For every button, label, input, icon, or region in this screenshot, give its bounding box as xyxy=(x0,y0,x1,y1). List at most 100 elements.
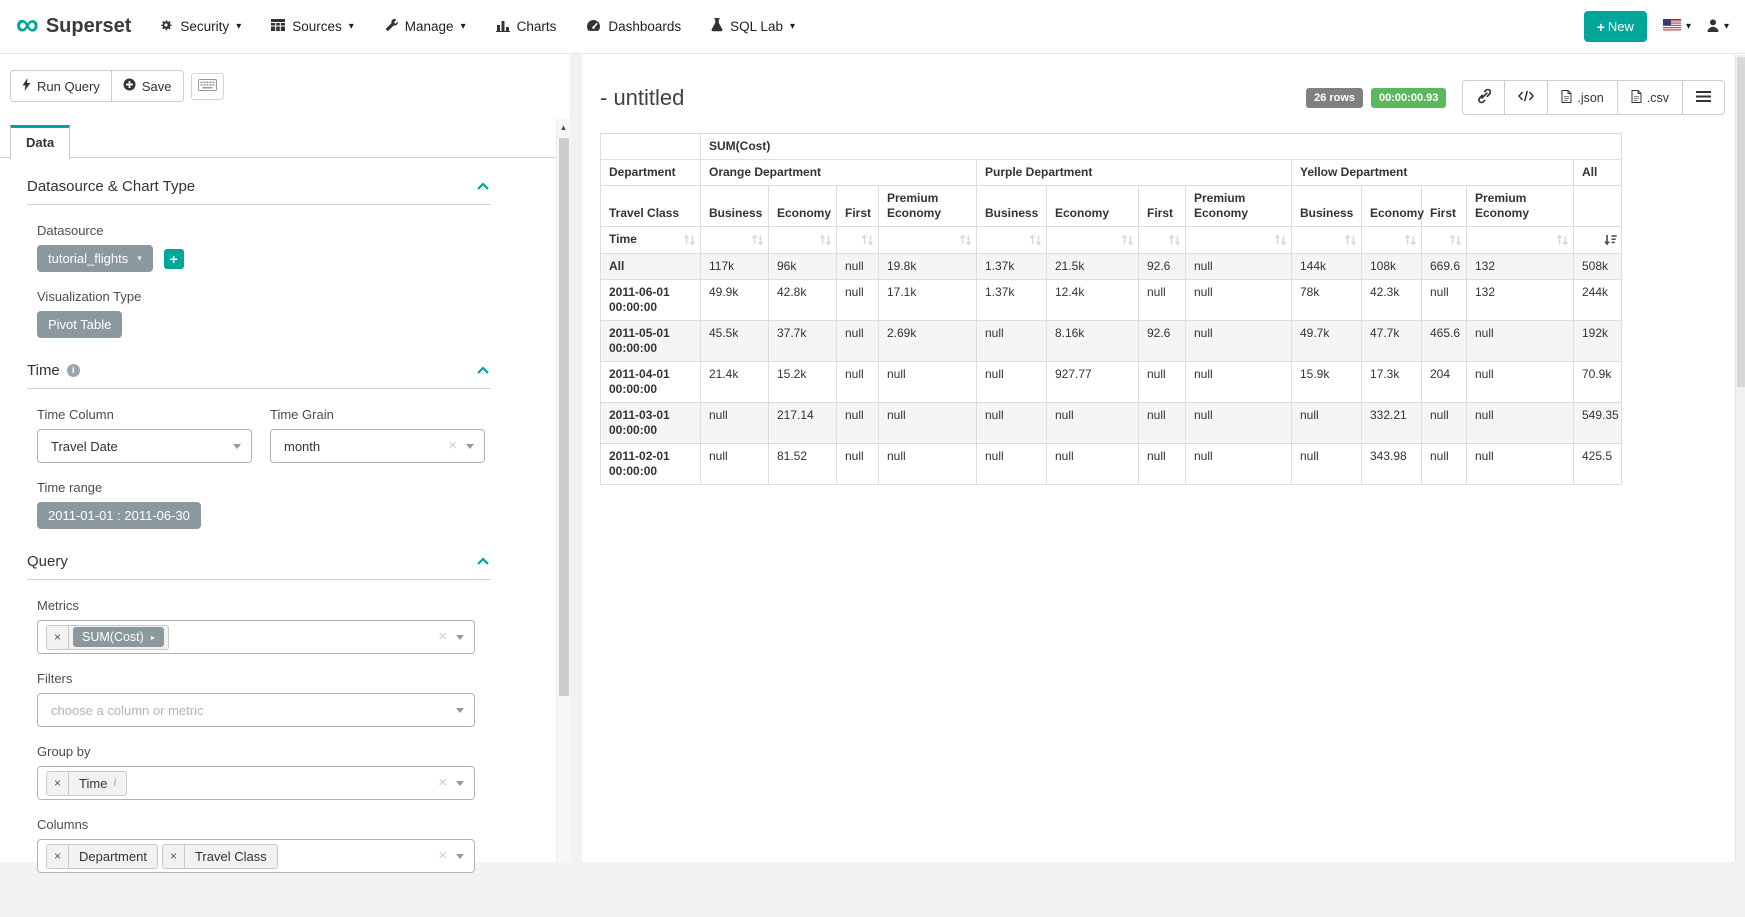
nav-item-dashboards[interactable]: Dashboards xyxy=(586,19,681,35)
pivot-sort-header[interactable] xyxy=(1574,227,1622,254)
pivot-sort-header[interactable] xyxy=(1422,227,1467,254)
pivot-cell: 21.5k xyxy=(1047,254,1139,280)
explore-control-panel: Run Query Save Data Datasource & Chart T… xyxy=(0,54,570,862)
scrollbar-thumb[interactable] xyxy=(1737,57,1745,387)
language-selector[interactable]: ▾ xyxy=(1663,19,1691,34)
chevron-up-icon[interactable] xyxy=(476,366,490,375)
tab-data[interactable]: Data xyxy=(10,125,70,160)
pivot-cell: null xyxy=(1292,444,1362,485)
nav-item-sources[interactable]: Sources ▾ xyxy=(271,19,354,34)
save-label: Save xyxy=(142,79,172,94)
scrollbar-thumb[interactable] xyxy=(559,138,569,696)
sort-icon[interactable] xyxy=(1274,234,1287,246)
scrollbar-up-arrow[interactable]: ▲ xyxy=(557,119,570,135)
export-csv-label: .csv xyxy=(1647,91,1669,105)
metric-name: SUM(Cost) xyxy=(82,630,144,644)
sort-icon[interactable] xyxy=(1404,234,1417,246)
pivot-cell: 17.1k xyxy=(879,280,977,321)
columns-select[interactable]: × Department × Travel Class × xyxy=(37,839,475,873)
sort-icon[interactable] xyxy=(1029,234,1042,246)
metric-pill[interactable]: SUM(Cost) ▸ xyxy=(73,627,164,647)
pivot-time-sort-header[interactable]: Time xyxy=(601,227,701,254)
export-csv-button[interactable]: .csv xyxy=(1618,80,1683,115)
sort-icon[interactable] xyxy=(959,234,972,246)
copy-link-button[interactable] xyxy=(1462,80,1505,115)
add-datasource-button[interactable]: + xyxy=(164,249,184,269)
sort-icon[interactable] xyxy=(751,234,764,246)
clear-icon[interactable]: × xyxy=(438,777,447,789)
time-grain-select[interactable]: month × xyxy=(270,429,485,463)
new-button[interactable]: + New xyxy=(1584,11,1647,42)
remove-chip-icon[interactable]: × xyxy=(47,772,69,795)
datasource-select[interactable]: tutorial_flights ▾ xyxy=(37,245,153,272)
groupby-select[interactable]: × Time i × xyxy=(37,766,475,800)
remove-chip-icon[interactable]: × xyxy=(47,845,69,868)
remove-chip-icon[interactable]: × xyxy=(47,626,69,649)
pivot-sort-header[interactable] xyxy=(977,227,1047,254)
nav-item-security[interactable]: Security ▾ xyxy=(159,18,241,35)
pivot-cell: 42.3k xyxy=(1362,280,1422,321)
keyboard-shortcuts-button[interactable] xyxy=(191,73,224,100)
window-scrollbar[interactable] xyxy=(1735,55,1745,862)
pivot-table: SUM(Cost)DepartmentOrange DepartmentPurp… xyxy=(600,133,1622,485)
time-range-value: 2011-01-01 : 2011-06-30 xyxy=(48,508,190,523)
remove-chip-icon[interactable]: × xyxy=(163,845,185,868)
sort-icon[interactable] xyxy=(1344,234,1357,246)
nav-item-manage[interactable]: Manage ▾ xyxy=(384,18,466,35)
clear-icon[interactable]: × xyxy=(438,850,447,862)
chart-title[interactable]: - untitled xyxy=(600,85,684,111)
chevron-up-icon[interactable] xyxy=(476,182,490,191)
pivot-cell: 42.8k xyxy=(769,280,837,321)
sort-icon[interactable] xyxy=(819,234,832,246)
superset-logo[interactable]: ∞ Superset xyxy=(16,15,131,39)
pivot-sort-header[interactable] xyxy=(1292,227,1362,254)
chevron-up-icon[interactable] xyxy=(476,557,490,566)
pivot-sort-header[interactable] xyxy=(769,227,837,254)
nav-label: Security xyxy=(180,19,229,34)
pivot-sort-header[interactable] xyxy=(879,227,977,254)
run-query-button[interactable]: Run Query xyxy=(10,70,112,102)
pivot-sort-header[interactable] xyxy=(1186,227,1292,254)
sort-icon[interactable] xyxy=(861,234,874,246)
metrics-select[interactable]: × SUM(Cost) ▸ × xyxy=(37,620,475,654)
viz-type-select[interactable]: Pivot Table xyxy=(37,311,122,338)
clear-icon[interactable]: × xyxy=(438,631,447,643)
pivot-cell: 508k xyxy=(1574,254,1622,280)
export-json-button[interactable]: .json xyxy=(1548,80,1617,115)
pivot-sort-header[interactable] xyxy=(1047,227,1139,254)
pivot-cell: 549.35 xyxy=(1574,403,1622,444)
nav-item-charts[interactable]: Charts xyxy=(496,19,557,35)
clear-icon[interactable]: × xyxy=(448,440,457,452)
pivot-row: 2011-02-0100:00:00null81.52nullnullnulln… xyxy=(601,444,1622,485)
code-icon xyxy=(1518,90,1534,105)
pivot-sort-header[interactable] xyxy=(701,227,769,254)
view-query-button[interactable] xyxy=(1505,80,1548,115)
time-column-select[interactable]: Travel Date xyxy=(37,429,252,463)
pivot-cell: 96k xyxy=(769,254,837,280)
pivot-sort-header[interactable] xyxy=(1139,227,1186,254)
sort-icon[interactable] xyxy=(1121,234,1134,246)
nav-label: Charts xyxy=(517,19,557,34)
pivot-cell: null xyxy=(837,280,879,321)
pivot-sort-header[interactable] xyxy=(1467,227,1574,254)
pivot-sort-header[interactable] xyxy=(837,227,879,254)
pivot-cell: 8.16k xyxy=(1047,321,1139,362)
sort-icon[interactable] xyxy=(1556,234,1569,246)
sort-desc-icon[interactable] xyxy=(1603,234,1617,246)
pivot-cell: null xyxy=(1186,362,1292,403)
pivot-cell: 1.37k xyxy=(977,254,1047,280)
sort-icon[interactable] xyxy=(1449,234,1462,246)
left-panel-scrollbar[interactable]: ▲ xyxy=(556,119,570,862)
superset-infinity-icon: ∞ xyxy=(16,10,39,39)
pivot-row-label: 2011-03-0100:00:00 xyxy=(601,403,701,444)
sort-icon[interactable] xyxy=(683,234,696,246)
filters-select[interactable]: choose a column or metric xyxy=(37,693,475,727)
user-menu[interactable]: ▾ xyxy=(1707,19,1729,35)
export-buttons: .json .csv xyxy=(1462,80,1725,115)
save-button[interactable]: Save xyxy=(112,70,184,102)
time-range-select[interactable]: 2011-01-01 : 2011-06-30 xyxy=(37,502,201,529)
nav-item-sql-lab[interactable]: SQL Lab ▾ xyxy=(711,18,795,35)
menu-button[interactable] xyxy=(1683,80,1725,115)
pivot-sort-header[interactable] xyxy=(1362,227,1422,254)
sort-icon[interactable] xyxy=(1168,234,1181,246)
